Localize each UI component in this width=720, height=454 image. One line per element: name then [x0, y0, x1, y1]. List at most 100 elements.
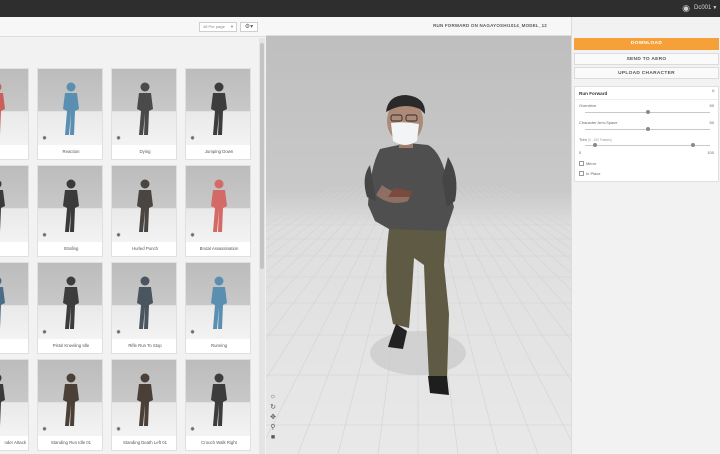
user-menu[interactable]: Dc001▼	[694, 3, 717, 14]
running-figure-icon: ✸	[116, 136, 122, 142]
animation-label: Hurled Punch	[131, 246, 159, 251]
chevron-down-icon: ▼	[712, 5, 718, 11]
rotate-icon[interactable]: ↻	[269, 404, 277, 412]
character-figure	[0, 83, 5, 135]
running-figure-icon: ✸	[190, 330, 196, 336]
grid-scrollbar-thumb[interactable]	[260, 43, 264, 269]
arm-space-value: 50	[709, 120, 714, 125]
animation-label: Dying	[139, 149, 151, 154]
character-figure	[63, 179, 79, 232]
animation-settings-panel: DOWNLOAD SEND TO AERO UPLOAD CHARACTER R…	[571, 17, 720, 454]
character-figure	[211, 82, 227, 135]
animation-label: Running	[210, 343, 227, 348]
trim-label-text: Trim	[579, 137, 587, 142]
character-figure	[137, 179, 153, 232]
chevron-down-icon: ▼	[230, 24, 234, 29]
trim-high-value: 100	[707, 150, 714, 155]
animation-card[interactable]: ✸	[0, 165, 29, 257]
animation-parameters: Run Forward × Overdrive 50 Character Arm…	[574, 86, 719, 182]
section-divider	[575, 99, 718, 100]
running-figure-icon: ✸	[116, 233, 122, 239]
animation-viewer[interactable]: RUN FORWARD ON NAGAYOSHI1014_MODEL_12 ☼ …	[266, 17, 571, 454]
running-figure-icon: ✸	[42, 136, 48, 142]
mirror-label: Mirror	[586, 161, 597, 166]
animation-card[interactable]: ✸ Crouch Walk Right	[185, 359, 251, 451]
character-model	[364, 95, 466, 395]
send-to-aero-button[interactable]: SEND TO AERO	[574, 53, 719, 65]
animation-label: Reaction	[62, 149, 80, 154]
animation-label: Standing Death Left 01	[123, 440, 167, 445]
arm-space-label: Character Arm-Space	[579, 120, 618, 125]
animation-card[interactable]: ✸ Running	[185, 262, 251, 354]
animation-label: nder Attack	[4, 440, 27, 445]
running-figure-icon: ✸	[116, 427, 122, 433]
animation-card[interactable]: ✸ Hurled Punch	[111, 165, 177, 257]
character-figure	[0, 374, 5, 426]
trim-label: Trim (0 - 100 Frames)	[579, 137, 612, 142]
trim-slider-end-handle[interactable]	[690, 143, 695, 147]
per-page-value: 48 Per page	[203, 24, 225, 29]
arm-space-slider-handle[interactable]	[645, 127, 650, 131]
running-figure-icon: ✸	[190, 136, 196, 142]
character-figure	[211, 373, 227, 426]
in-place-label: In Place	[586, 171, 601, 176]
animation-card[interactable]: ✸ Jumping Down	[185, 68, 251, 160]
running-figure-icon: ✸	[42, 330, 48, 336]
animation-card[interactable]: ✸ Strafing	[37, 165, 103, 257]
grid-toolbar: 48 Per page ▼ ⚙▾	[0, 17, 266, 37]
animation-card[interactable]: ✸ Rifle Run To Stop	[111, 262, 177, 354]
overdrive-value: 50	[709, 103, 714, 108]
section-title: Run Forward	[579, 91, 608, 96]
character-figure	[0, 180, 5, 232]
trim-low-value: 0	[579, 150, 582, 155]
animation-card[interactable]: ✸ Brutal Assassination	[185, 165, 251, 257]
character-figure	[63, 82, 79, 135]
camera-icon[interactable]: ■	[269, 434, 277, 442]
animation-label: Rifle Run To Stop	[128, 343, 162, 348]
animation-card[interactable]: ✸ Standing Run Idle 01	[37, 359, 103, 451]
animation-card[interactable]: ✸	[0, 68, 29, 160]
animation-card[interactable]: ✸ Reaction	[37, 68, 103, 160]
animation-label: Jumping Down	[204, 149, 234, 154]
animation-label: Standing Run Idle 01	[50, 440, 92, 445]
character-figure	[137, 276, 153, 329]
character-figure	[211, 276, 227, 329]
animation-card[interactable]: ✸ Pistol Kneeling Idle	[37, 262, 103, 354]
grid-settings-button[interactable]: ⚙▾	[240, 22, 258, 32]
character-figure	[137, 82, 153, 135]
animation-label: Brutal Assassination	[199, 246, 239, 251]
animation-card[interactable]: ✸ Dying	[111, 68, 177, 160]
animation-label: Strafing	[63, 246, 79, 251]
character-figure	[63, 276, 79, 329]
in-place-checkbox[interactable]	[579, 171, 584, 176]
running-figure-icon: ✸	[42, 233, 48, 239]
close-icon[interactable]: ×	[711, 89, 715, 95]
animation-label: Pistol Kneeling Idle	[52, 343, 90, 348]
bell-icon[interactable]: ◉	[681, 3, 691, 13]
upload-character-button[interactable]: UPLOAD CHARACTER	[574, 67, 719, 79]
running-figure-icon: ✸	[190, 233, 196, 239]
download-button[interactable]: DOWNLOAD	[574, 38, 719, 50]
top-bar: ◉ Dc001▼	[0, 0, 720, 17]
running-figure-icon: ✸	[116, 330, 122, 336]
overdrive-slider-handle[interactable]	[645, 110, 650, 114]
zoom-icon[interactable]: ⚲	[269, 424, 277, 432]
gear-icon: ⚙▾	[244, 24, 254, 30]
mirror-checkbox[interactable]	[579, 161, 584, 166]
animation-label: Crouch Walk Right	[201, 440, 237, 445]
trim-slider-start-handle[interactable]	[593, 143, 597, 147]
overdrive-label: Overdrive	[579, 103, 597, 108]
sun-icon[interactable]: ☼	[269, 393, 277, 401]
animation-card[interactable]: ✸nder Attack	[0, 359, 29, 451]
character-figure	[137, 373, 153, 426]
viewer-floor-grid	[266, 95, 571, 454]
move-icon[interactable]: ✥	[269, 414, 277, 422]
character-figure	[63, 373, 79, 426]
character-figure	[211, 179, 227, 232]
per-page-select[interactable]: 48 Per page ▼	[199, 22, 237, 32]
trim-note: (0 - 100 Frames)	[587, 138, 612, 142]
animation-grid-panel: 48 Per page ▼ ⚙▾ ✸✸Reaction✸Dying✸Jumpin…	[0, 17, 266, 454]
animation-card[interactable]: ✸ Standing Death Left 01	[111, 359, 177, 451]
character-figure	[0, 277, 5, 329]
animation-card[interactable]: ✸	[0, 262, 29, 354]
